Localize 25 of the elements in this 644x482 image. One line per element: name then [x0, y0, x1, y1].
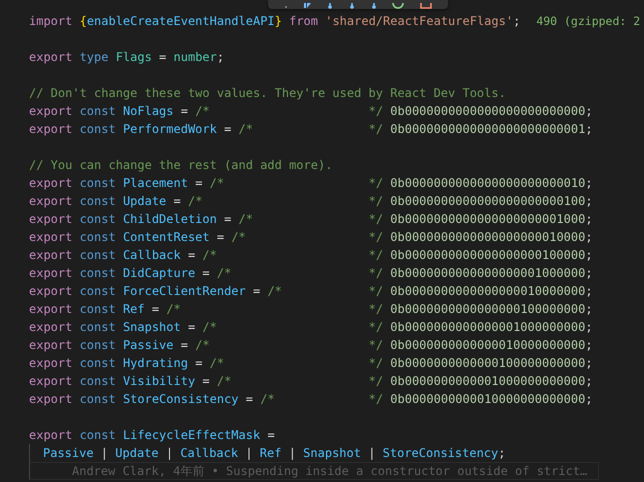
code-line: export const ChildDeletion = /* */ 0b0000000000000000000001000; — [29, 211, 593, 228]
code-line: import {enableCreateEventHandleAPI} from 'shared/ReactFeatureFlags'; — [29, 13, 520, 30]
code-line: export const PerformedWork = /* */ 0b0000000000000000000000001; — [29, 121, 593, 138]
code-line: export const Passive = /* */ 0b0000000000000010000000000; — [29, 337, 593, 354]
restart-icon[interactable] — [392, 3, 404, 9]
code-line: export const DidCapture = /* */ 0b0000000000000000001000000; — [29, 265, 593, 282]
code-line: export const Callback = /* */ 0b0000000000000000000100000; — [29, 247, 593, 264]
code-line: export const LifecycleEffectMask = — [29, 427, 275, 444]
code-line: export const Visibility = /* */ 0b0000000000001000000000000; — [29, 373, 593, 390]
code-line: // You can change the rest (and add more). — [29, 157, 332, 174]
code-line: export const Placement = /* */ 0b0000000000000000000000010; — [29, 175, 593, 192]
code-line: export const NoFlags = /* */ 0b0000000000000000000000000; — [29, 103, 593, 120]
blame-annotation: Andrew Clark, 4年前 • Suspending inside a constructor outside of strict… — [72, 463, 588, 480]
code-line: export const Hydrating = /* */ 0b0000000000000100000000000; — [29, 355, 593, 372]
import-cost-hint: 490 (gzipped: 2 — [536, 13, 640, 30]
code-line: export const Snapshot = /* */ 0b0000000000000001000000000; — [29, 319, 593, 336]
code-line: export const ContentReset = /* */ 0b0000000000000000000010000; — [29, 229, 593, 246]
code-line: // Don't change these two values. They're used by React Dev Tools. — [29, 85, 506, 102]
code-line: export const Ref = /* */ 0b0000000000000000100000000; — [29, 301, 593, 318]
code-line: export const StoreConsistency = /* */ 0b0000000000010000000000000; — [29, 391, 593, 408]
code-line: Passive | Update | Callback | Ref | Snapshot | StoreConsistency; — [43, 445, 506, 462]
code-line: export type Flags = number; — [29, 49, 224, 66]
code-line: export const Update = /* */ 0b0000000000000000000000100; — [29, 193, 593, 210]
continue-icon[interactable] — [304, 3, 312, 9]
code-line: export const ForceClientRender = /* */ 0b0000000000000000010000000; — [29, 283, 593, 300]
